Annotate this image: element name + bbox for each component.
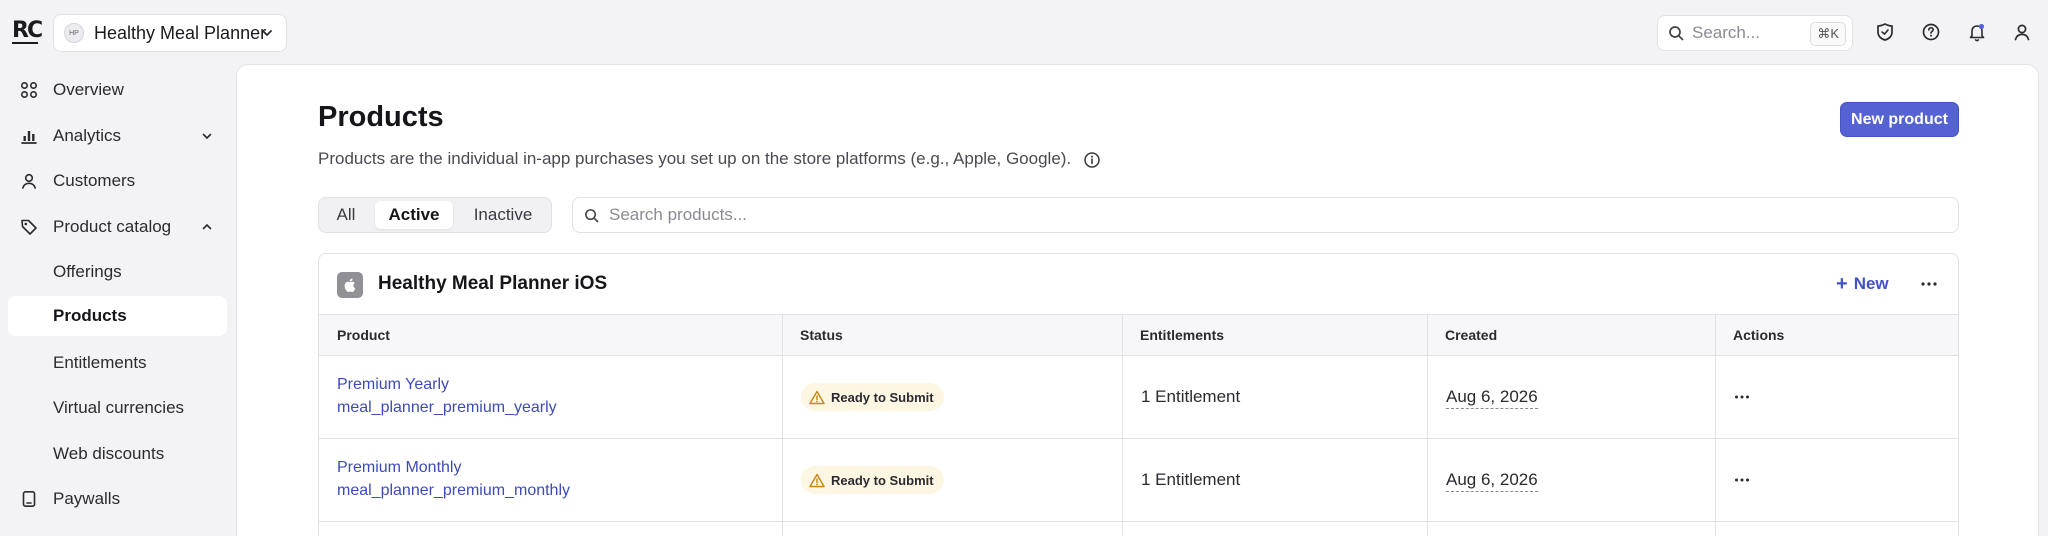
search-icon	[585, 208, 599, 222]
sidebar-item-label: Paywalls	[53, 489, 121, 508]
new-product-link[interactable]: + New	[1836, 274, 1889, 294]
column-header-created: Created	[1445, 327, 1498, 343]
table-row[interactable]: Premium Monthly meal_planner_premium_mon…	[319, 439, 1958, 522]
sidebar-item-paywalls[interactable]: Paywalls	[8, 479, 227, 519]
search-placeholder: Search products...	[609, 205, 747, 224]
sidebar-item-overview[interactable]: Overview	[8, 70, 227, 110]
page-title: Products	[318, 101, 444, 133]
sidebar-item-label: Offerings	[53, 262, 122, 281]
apple-logo-icon	[337, 272, 363, 298]
table-row[interactable]: Premium Yearly meal_planner_premium_year…	[319, 356, 1958, 439]
global-search-input[interactable]: Search... ⌘K	[1657, 15, 1853, 51]
column-header-entitlements: Entitlements	[1140, 327, 1225, 343]
app-products-card: Healthy Meal Planner iOS + New Product S…	[318, 253, 1959, 536]
logo-text: RC	[12, 18, 43, 43]
page-description: Products are the individual in-app purch…	[318, 149, 1072, 168]
sidebar-item-products[interactable]: Products	[8, 296, 227, 336]
card-header: Healthy Meal Planner iOS + New	[319, 254, 1958, 314]
search-shortcut: ⌘K	[1810, 22, 1846, 46]
product-name-link[interactable]: Premium Monthly	[337, 459, 461, 477]
tab-all[interactable]: All	[323, 201, 369, 229]
chevron-down-icon	[262, 30, 272, 36]
grid-icon	[20, 81, 38, 99]
sidebar-item-web-discounts[interactable]: Web discounts	[8, 434, 227, 474]
revenuecat-logo[interactable]: RC	[12, 18, 43, 46]
sidebar-item-label: Customers	[53, 171, 136, 190]
sidebar: Overview Analytics Customers Product cat…	[0, 64, 236, 536]
info-icon[interactable]	[1083, 151, 1101, 169]
project-switcher[interactable]: HP Healthy Meal Planner	[53, 14, 287, 52]
tab-active[interactable]: Active	[375, 201, 453, 229]
plus-icon: +	[1836, 273, 1848, 295]
sidebar-item-label: Web discounts	[53, 444, 165, 463]
sidebar-item-label: Entitlements	[53, 353, 147, 372]
search-icon	[1669, 26, 1684, 41]
sidebar-item-entitlements[interactable]: Entitlements	[8, 343, 227, 383]
new-link-label: New	[1853, 274, 1889, 293]
user-profile-icon[interactable]	[2011, 21, 2033, 43]
product-identifier-link[interactable]: meal_planner_premium_monthly	[337, 482, 570, 500]
sidebar-item-offerings[interactable]: Offerings	[8, 252, 227, 292]
chevron-down-icon	[202, 133, 212, 140]
column-header-status: Status	[800, 327, 843, 343]
help-icon[interactable]	[1920, 21, 1942, 43]
app-name: Healthy Meal Planner iOS	[378, 273, 608, 294]
new-product-button[interactable]: New product	[1840, 102, 1959, 137]
status-badge: Ready to Submit	[801, 383, 944, 411]
entitlements-count: 1 Entitlement	[1141, 470, 1241, 489]
paywall-icon	[22, 490, 36, 507]
more-options-icon[interactable]	[1734, 393, 1750, 401]
column-header-actions: Actions	[1733, 327, 1785, 343]
sidebar-item-virtual-currencies[interactable]: Virtual currencies	[8, 388, 227, 428]
warning-icon	[809, 473, 825, 487]
more-options-icon[interactable]	[1920, 276, 1938, 292]
shield-icon[interactable]	[1874, 21, 1896, 43]
product-identifier-link[interactable]: meal_planner_premium_yearly	[337, 399, 557, 417]
status-badge: Ready to Submit	[801, 466, 944, 494]
product-name-link[interactable]: Premium Yearly	[337, 376, 449, 394]
bar-chart-icon	[21, 131, 37, 144]
table-header: Product Status Entitlements Created Acti…	[319, 314, 1958, 356]
main-panel: Products Products are the individual in-…	[236, 64, 2039, 536]
created-date: Aug 6, 2026	[1446, 387, 1538, 409]
status-filter-tabs: All Active Inactive	[318, 197, 552, 233]
sidebar-item-product-catalog[interactable]: Product catalog	[8, 207, 227, 247]
sidebar-item-customers[interactable]: Customers	[8, 161, 227, 201]
chevron-up-icon	[202, 223, 212, 230]
created-date: Aug 6, 2026	[1446, 470, 1538, 492]
sidebar-item-analytics[interactable]: Analytics	[8, 116, 227, 156]
project-name: Healthy Meal Planner	[94, 22, 267, 43]
tag-icon	[21, 219, 37, 235]
sidebar-item-label: Virtual currencies	[53, 398, 185, 417]
status-text: Ready to Submit	[831, 472, 934, 488]
sidebar-item-label: Product catalog	[53, 217, 172, 236]
tab-inactive[interactable]: Inactive	[459, 201, 547, 229]
notification-bell-icon[interactable]	[1966, 21, 1988, 43]
sidebar-item-label: Overview	[53, 80, 124, 99]
product-search-input[interactable]: Search products...	[572, 197, 1959, 233]
sidebar-item-label: Analytics	[53, 126, 122, 145]
entitlements-count: 1 Entitlement	[1141, 387, 1241, 406]
project-avatar: HP	[64, 23, 84, 43]
search-placeholder: Search...	[1692, 23, 1761, 42]
sidebar-item-label: Products	[53, 306, 127, 325]
more-options-icon[interactable]	[1734, 476, 1750, 484]
warning-icon	[809, 390, 825, 404]
person-icon	[22, 173, 36, 189]
column-header-product: Product	[337, 327, 390, 343]
status-text: Ready to Submit	[831, 389, 934, 405]
top-bar: RC HP Healthy Meal Planner Search... ⌘K	[0, 0, 2048, 64]
